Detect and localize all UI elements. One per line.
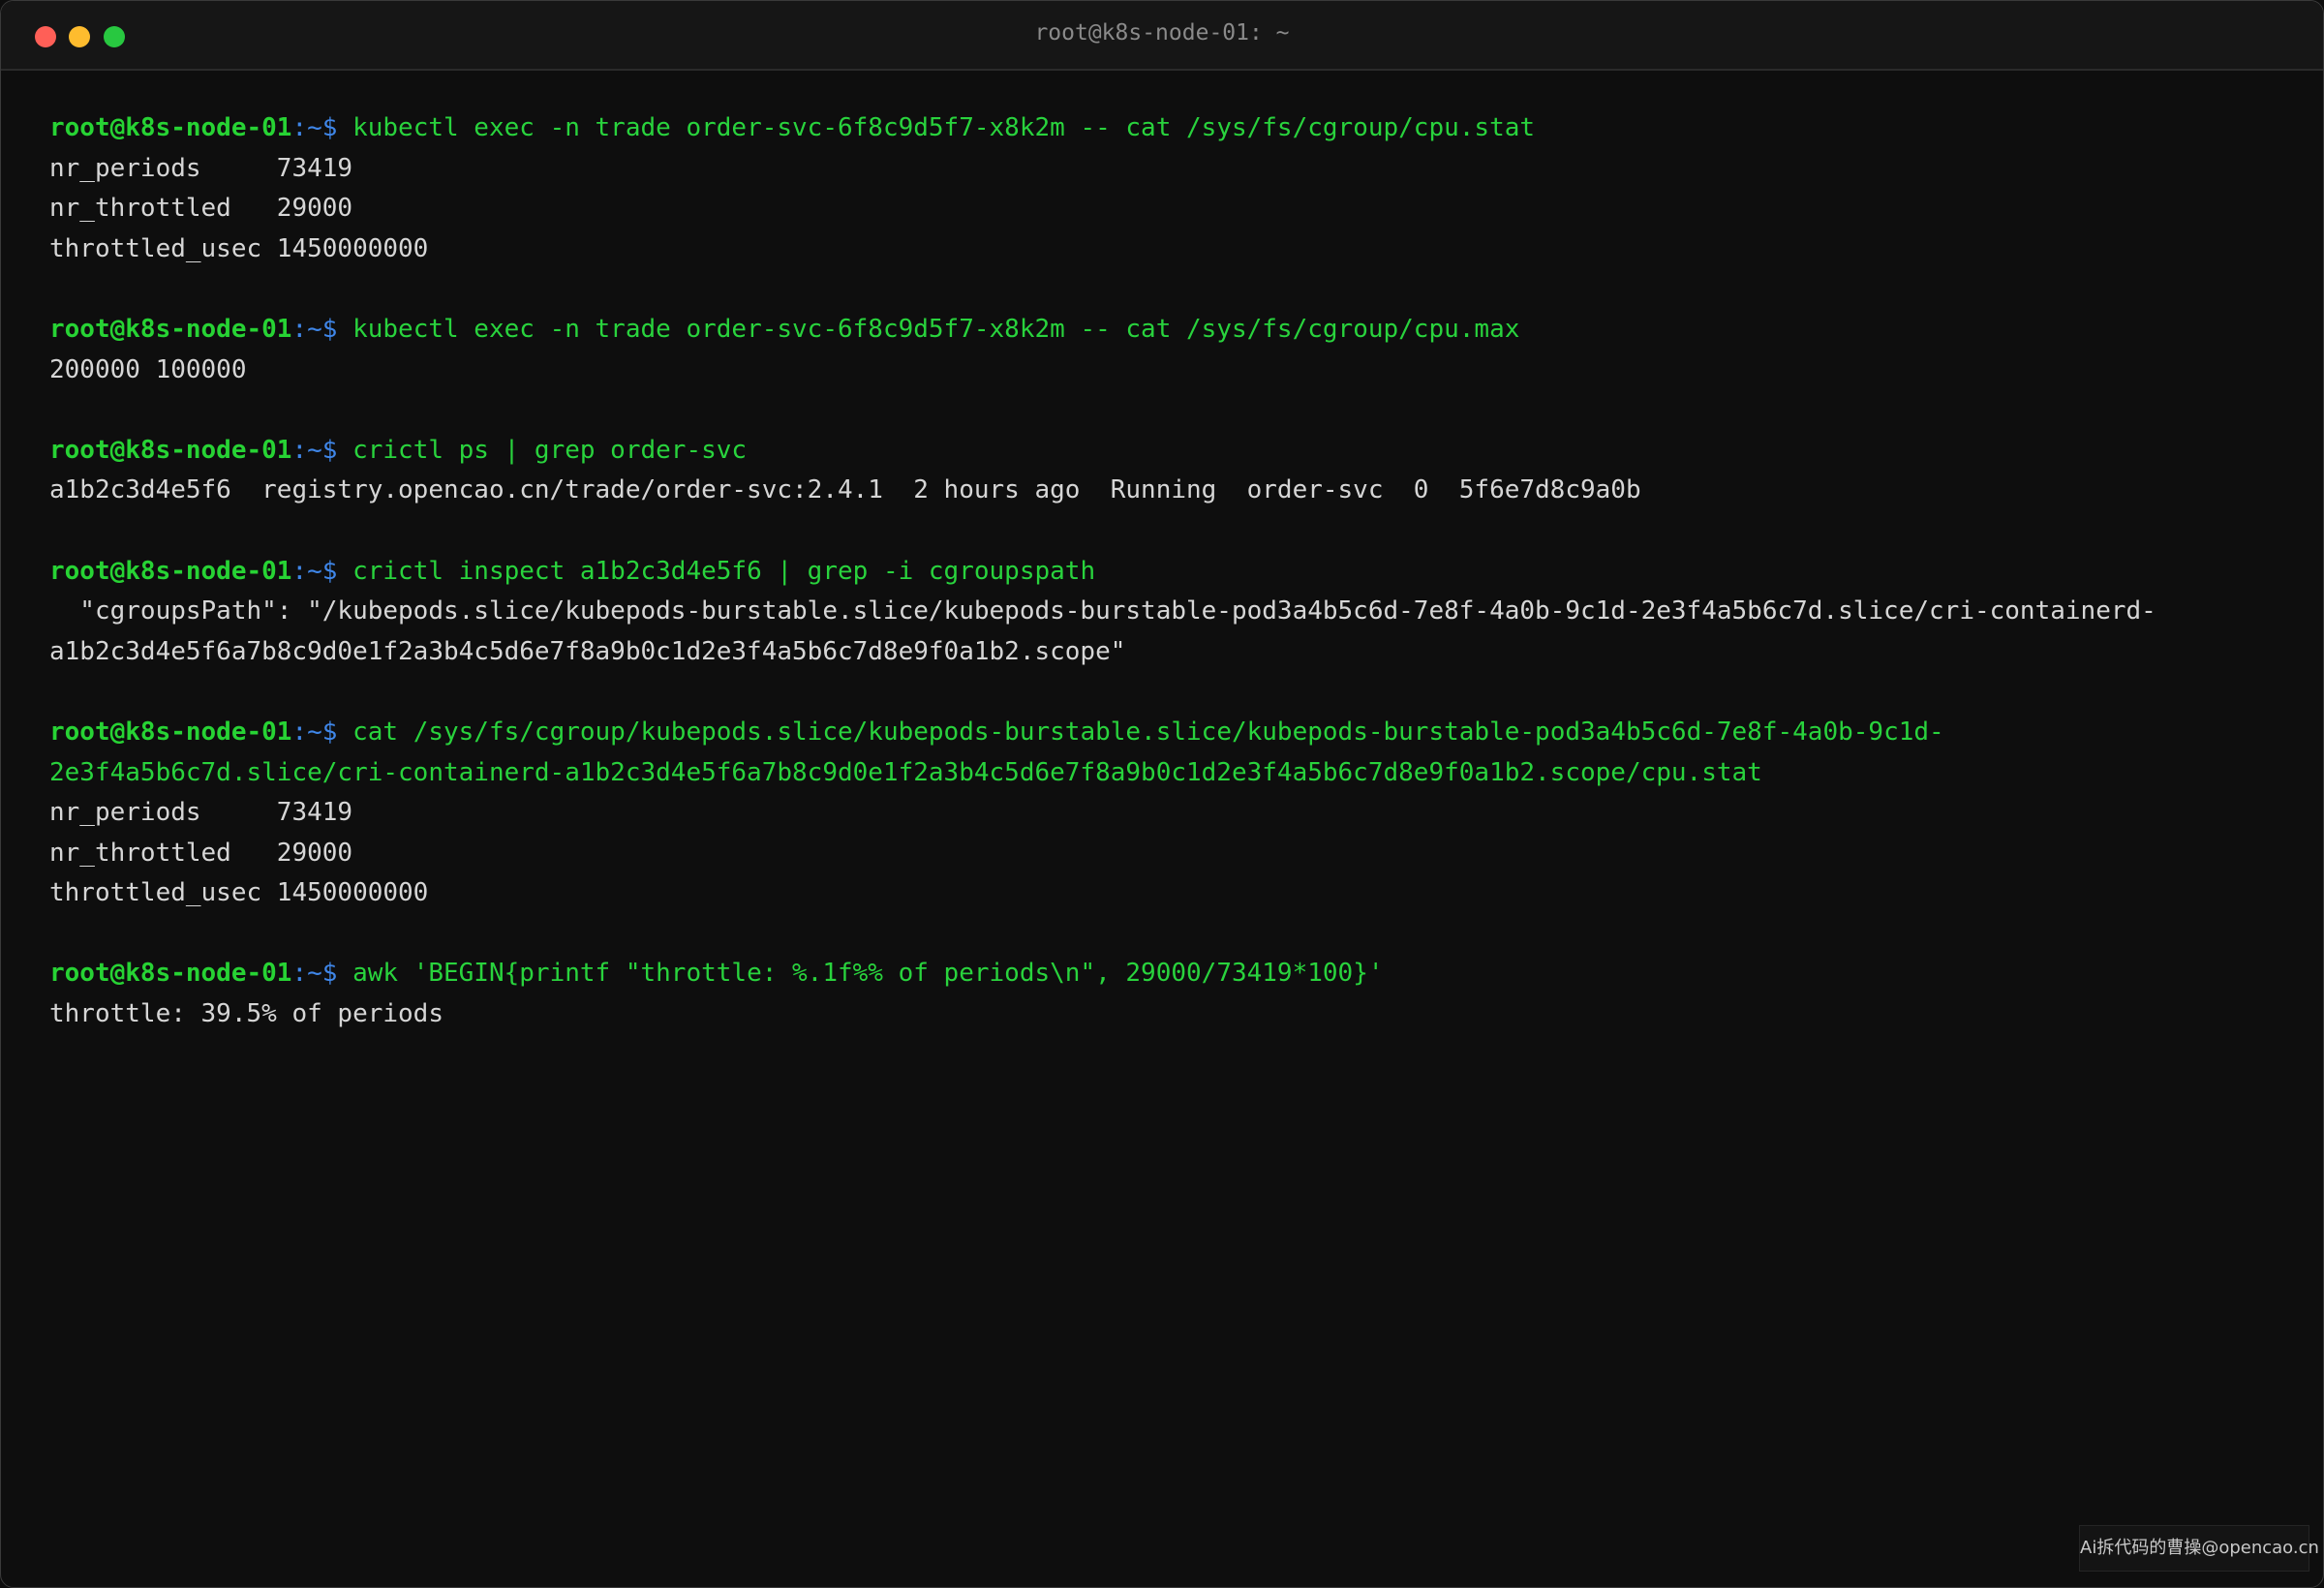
prompt-symbol: $ [321, 435, 338, 465]
command-continuation: 2e3f4a5b6c7d.slice/cri-containerd-a1b2c3… [49, 757, 1762, 787]
prompt-user-host: root@k8s-node-01 [49, 314, 292, 344]
output-line: nr_throttled 29000 [49, 194, 353, 224]
title-bar: root@k8s-node-01: ~ [1, 1, 2323, 71]
prompt-symbol: $ [321, 556, 338, 586]
command-line: root@k8s-node-01:~$ crictl ps | grep ord… [49, 431, 2286, 472]
output-line: nr_periods 73419 [49, 153, 353, 183]
output-line: a1b2c3d4e5f6 registry.opencao.cn/trade/o… [49, 475, 1641, 505]
command-text: cat /sys/fs/cgroup/kubepods.slice/kubepo… [352, 717, 1944, 747]
prompt-path: :~ [291, 435, 322, 465]
prompt-symbol: $ [321, 717, 338, 747]
prompt-symbol: $ [321, 314, 338, 344]
watermark: Ai拆代码的曹操@opencao.cn [2079, 1525, 2319, 1572]
output-line: throttled_usec 1450000000 [49, 233, 429, 263]
command-line: root@k8s-node-01:~$ awk 'BEGIN{printf "t… [49, 954, 2286, 994]
prompt-path: :~ [291, 314, 322, 344]
command-text: kubectl exec -n trade order-svc-6f8c9d5f… [352, 314, 1520, 344]
prompt-user-host: root@k8s-node-01 [49, 435, 292, 465]
output-line: nr_periods 73419 [49, 798, 353, 828]
command-line: root@k8s-node-01:~$ crictl inspect a1b2c… [49, 552, 2286, 593]
command-text: kubectl exec -n trade order-svc-6f8c9d5f… [352, 113, 1536, 142]
prompt-symbol: $ [321, 113, 338, 142]
prompt-user-host: root@k8s-node-01 [49, 959, 292, 989]
output-line: throttled_usec 1450000000 [49, 878, 429, 908]
command-text: crictl ps | grep order-svc [352, 435, 748, 465]
prompt-user-host: root@k8s-node-01 [49, 113, 292, 142]
prompt-path: :~ [291, 113, 322, 142]
prompt-path: :~ [291, 959, 322, 989]
command-line: root@k8s-node-01:~$ kubectl exec -n trad… [49, 108, 2286, 149]
terminal-output[interactable]: root@k8s-node-01:~$ kubectl exec -n trad… [49, 108, 2286, 1035]
command-text: crictl inspect a1b2c3d4e5f6 | grep -i cg… [352, 556, 1096, 586]
prompt-path: :~ [291, 556, 322, 586]
command-text: awk 'BEGIN{printf "throttle: %.1f%% of p… [352, 959, 1384, 989]
output-line: a1b2c3d4e5f6a7b8c9d0e1f2a3b4c5d6e7f8a9b0… [49, 636, 1126, 666]
output-line: 200000 100000 [49, 354, 247, 384]
output-line: nr_throttled 29000 [49, 838, 353, 868]
terminal-window: root@k8s-node-01: ~ root@k8s-node-01:~$ … [0, 0, 2324, 1588]
window-title: root@k8s-node-01: ~ [1034, 20, 1290, 46]
prompt-path: :~ [291, 717, 322, 747]
output-line: throttle: 39.5% of periods [49, 999, 443, 1029]
prompt-user-host: root@k8s-node-01 [49, 556, 292, 586]
prompt-user-host: root@k8s-node-01 [49, 717, 292, 747]
command-line: root@k8s-node-01:~$ cat /sys/fs/cgroup/k… [49, 713, 2286, 753]
output-line: "cgroupsPath": "/kubepods.slice/kubepods… [49, 596, 2156, 626]
prompt-symbol: $ [321, 959, 338, 989]
command-line: root@k8s-node-01:~$ kubectl exec -n trad… [49, 310, 2286, 351]
